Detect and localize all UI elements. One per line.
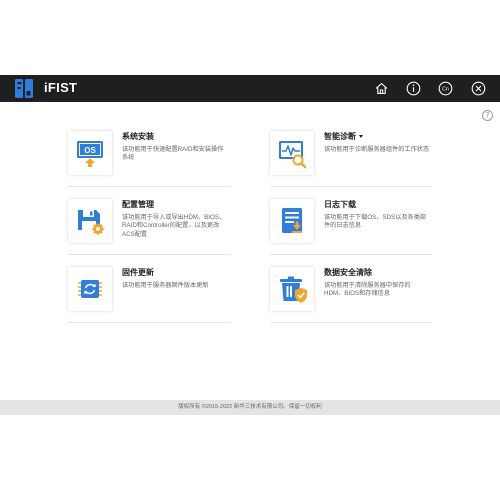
card-firmware-update[interactable]: 固件更新 该功能用于服务器固件版本更新 bbox=[68, 267, 230, 323]
card-log-download[interactable]: 日志下载 该功能用于下载OS、SDS以及各类部件的日志信息 bbox=[270, 199, 432, 255]
card-system-install[interactable]: OS 系统安装 该功能用于快速配置RAID和安装操作系统 bbox=[68, 131, 230, 187]
card-title: 数据安全清除 bbox=[324, 268, 372, 277]
info-icon[interactable] bbox=[405, 80, 422, 97]
ifist-logo-icon bbox=[14, 78, 34, 99]
card-description: 该功能用于快速配置RAID和安装操作系统 bbox=[122, 146, 224, 162]
erase-icon bbox=[270, 267, 314, 311]
card-title: 日志下载 bbox=[324, 200, 356, 209]
ifist-main-page: iFIST Cn ? OS 系统安装 该功能用于快速配置RAID和安装操作系统 bbox=[0, 0, 500, 500]
config-icon bbox=[68, 199, 112, 243]
diagnosis-icon bbox=[270, 131, 314, 175]
firmware-icon bbox=[68, 267, 112, 311]
help-icon[interactable]: ? bbox=[482, 110, 493, 121]
card-description: 该功能用于清除服务器中保存的HDM、BIOS和存储信息 bbox=[324, 282, 411, 298]
log-icon bbox=[270, 199, 314, 243]
card-title: 系统安装 bbox=[122, 132, 154, 141]
card-title: 固件更新 bbox=[122, 268, 154, 277]
card-description: 该功能用于服务器固件版本更新 bbox=[122, 282, 209, 289]
card-description: 该功能用于诊断服务器组件的工作状态 bbox=[324, 146, 430, 153]
card-title: 智能诊断 bbox=[324, 131, 363, 142]
card-data-erase[interactable]: 数据安全清除 该功能用于清除服务器中保存的HDM、BIOS和存储信息 bbox=[270, 267, 432, 323]
copyright-footer: 版权所有 ©2015-2022 新华三技术有限公司。保留一切权利 bbox=[0, 400, 500, 415]
os-icon-label: OS bbox=[84, 146, 96, 155]
top-header-bar: iFIST Cn bbox=[0, 75, 500, 102]
card-description: 该功能用于导入或导出HDM、BIOS、RAID和Controller的配置，以及… bbox=[122, 214, 226, 238]
card-title: 配置管理 bbox=[122, 200, 154, 209]
language-icon[interactable]: Cn bbox=[437, 80, 454, 97]
svg-text:Cn: Cn bbox=[442, 86, 449, 92]
close-icon[interactable] bbox=[470, 80, 487, 97]
card-config-management[interactable]: 配置管理 该功能用于导入或导出HDM、BIOS、RAID和Controller的… bbox=[68, 199, 230, 255]
os-icon: OS bbox=[68, 131, 112, 175]
card-smart-diagnosis[interactable]: 智能诊断 该功能用于诊断服务器组件的工作状态 bbox=[270, 131, 432, 187]
home-icon[interactable] bbox=[373, 80, 390, 97]
card-description: 该功能用于下载OS、SDS以及各类部件的日志信息 bbox=[324, 214, 427, 230]
card-title-text: 智能诊断 bbox=[324, 132, 356, 141]
app-title: iFIST bbox=[44, 80, 78, 95]
chevron-down-icon[interactable] bbox=[359, 135, 363, 139]
